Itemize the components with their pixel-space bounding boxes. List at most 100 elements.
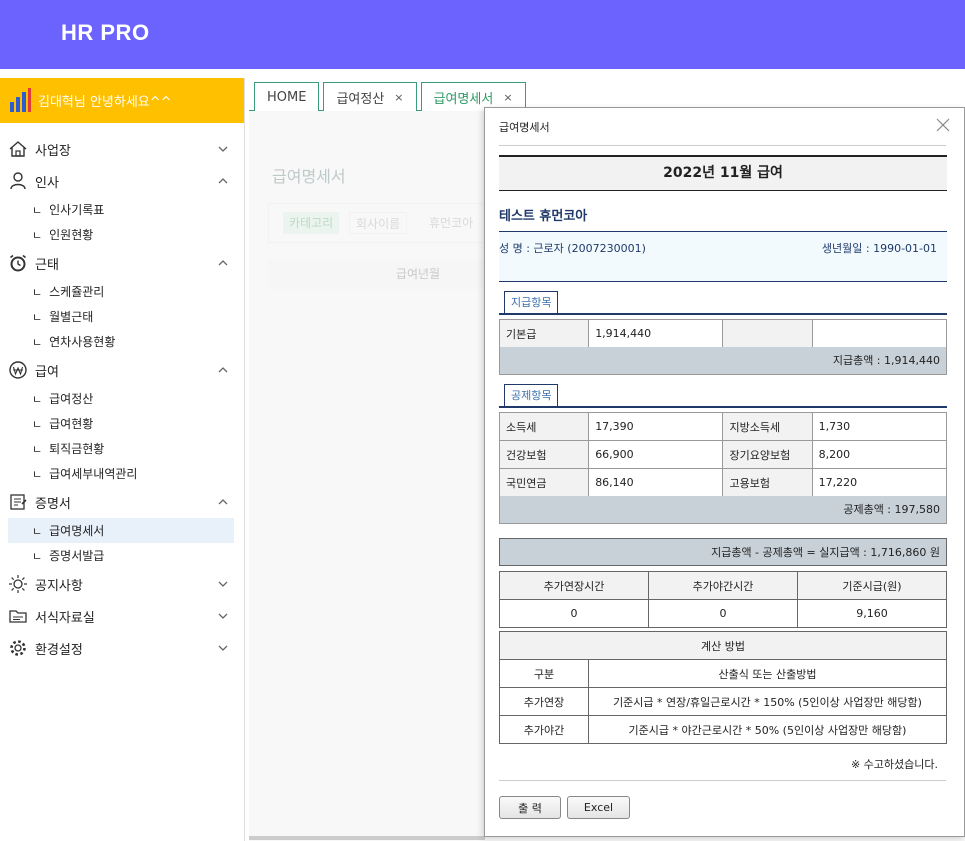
filter-company-value[interactable]: 휴먼코아 bbox=[423, 212, 479, 234]
chevron-up-icon[interactable] bbox=[216, 363, 230, 377]
table-row: 소득세 17,390 지방소득세 1,730 bbox=[498, 412, 948, 441]
sidebar-group-label: 서식자료실 bbox=[35, 610, 95, 626]
print-button[interactable]: 출 력 bbox=[499, 796, 561, 819]
sidebar-item[interactable]: ㄴ 급여명세서 bbox=[8, 518, 234, 543]
item-amount: 17,220 bbox=[811, 468, 948, 497]
tab-close-icon[interactable]: × bbox=[394, 91, 403, 104]
sub-prefix: ㄴ bbox=[32, 335, 43, 349]
filter-category[interactable]: 카테고리 bbox=[283, 212, 340, 234]
table-row: 기본급 1,914,440 bbox=[498, 319, 948, 348]
chevron-down-icon[interactable] bbox=[216, 609, 230, 623]
sidebar-item[interactable]: ㄴ 인원현황 bbox=[0, 222, 244, 247]
item-amount: 66,900 bbox=[588, 440, 724, 469]
birth-info: 생년월일 : 1990-01-01 bbox=[821, 242, 937, 255]
person-icon bbox=[10, 172, 26, 190]
folder-icon bbox=[9, 610, 27, 623]
sidebar-item-label: 스케쥴관리 bbox=[49, 285, 105, 299]
chevron-up-icon[interactable] bbox=[216, 174, 230, 188]
sidebar-item-label: 증명서발급 bbox=[49, 549, 105, 563]
chevron-down-icon[interactable] bbox=[216, 577, 230, 591]
sub-prefix: ㄴ bbox=[32, 285, 43, 299]
sidebar-item[interactable]: ㄴ 스케쥴관리 bbox=[0, 279, 244, 304]
sidebar-item[interactable]: ㄴ 연차사용현황 bbox=[0, 329, 244, 354]
item-label: 지방소득세 bbox=[722, 412, 813, 441]
sidebar-group-label: 근태 bbox=[35, 257, 59, 273]
item-label: 국민연금 bbox=[498, 468, 590, 497]
chevron-up-icon[interactable] bbox=[216, 256, 230, 270]
sub-prefix: ㄴ bbox=[32, 417, 43, 431]
tab-1[interactable]: 급여정산 × bbox=[323, 82, 417, 111]
sidebar-item-label: 연차사용현황 bbox=[49, 335, 116, 349]
sub-prefix: ㄴ bbox=[32, 524, 43, 538]
brand-logo[interactable]: HR PRO bbox=[61, 20, 150, 46]
filter-company[interactable]: 회사이름 bbox=[349, 212, 408, 234]
table-cell: 기준시급 * 연장/휴일근로시간 * 150% (5인이상 사업장만 해당함) bbox=[588, 687, 947, 716]
sidebar-item-label: 급여세부내역관리 bbox=[49, 467, 138, 481]
deduction-section-tab: 공제항목 bbox=[504, 384, 559, 406]
calc-title: 계산 방법 bbox=[499, 631, 947, 660]
table-header: 구분 bbox=[499, 659, 589, 688]
table-cell: 0 bbox=[648, 599, 798, 628]
gear-icon bbox=[10, 640, 26, 656]
greeting-bar: 김대혁님 안녕하세요^^ bbox=[0, 78, 244, 123]
item-label bbox=[722, 319, 813, 348]
sidebar-item[interactable]: ㄴ 급여현황 bbox=[0, 411, 244, 436]
table-cell: 기준시급 * 야간근로시간 * 50% (5인이상 사업장만 해당함) bbox=[588, 715, 947, 744]
employee-info-box: 성 명 : 근로자 (2007230001) 생년월일 : 1990-01-01 bbox=[499, 231, 947, 282]
net-pay-bar: 지급총액 - 공제총액 = 실지급액 : 1,716,860 원 bbox=[499, 538, 947, 566]
sub-prefix: ㄴ bbox=[32, 310, 43, 324]
close-icon[interactable] bbox=[936, 118, 950, 132]
item-label: 고용보험 bbox=[722, 468, 813, 497]
chevron-down-icon[interactable] bbox=[216, 641, 230, 655]
sun-bulb-icon bbox=[9, 575, 27, 593]
item-amount bbox=[811, 319, 948, 348]
certificate-icon bbox=[10, 494, 27, 510]
pay-section-tab: 지급항목 bbox=[504, 291, 559, 313]
item-amount: 86,140 bbox=[588, 468, 724, 497]
chevron-down-icon[interactable] bbox=[216, 142, 230, 156]
item-label: 소득세 bbox=[498, 412, 590, 441]
sub-prefix: ㄴ bbox=[32, 203, 43, 217]
sidebar-item[interactable]: ㄴ 급여세부내역관리 bbox=[0, 461, 244, 486]
sidebar-group-1[interactable]: 인사 bbox=[0, 165, 244, 197]
table-cell: 9,160 bbox=[797, 599, 947, 628]
item-amount: 1,914,440 bbox=[588, 319, 724, 348]
page-title: 급여명세서 bbox=[272, 167, 346, 186]
calc-method-table: 계산 방법 구분 산출식 또는 산출방법 추가연장 기준시급 * 연장/휴일근로… bbox=[499, 631, 947, 744]
alarm-clock-icon bbox=[10, 254, 26, 272]
sidebar-group-0[interactable]: 사업장 bbox=[0, 133, 244, 165]
sidebar-item[interactable]: ㄴ 증명서발급 bbox=[0, 543, 244, 568]
tab-close-icon[interactable]: × bbox=[503, 91, 512, 104]
sidebar-item[interactable]: ㄴ 급여정산 bbox=[0, 386, 244, 411]
top-header: HR PRO bbox=[0, 0, 965, 69]
sub-prefix: ㄴ bbox=[32, 549, 43, 563]
tab-0[interactable]: HOME bbox=[254, 82, 320, 111]
excel-button[interactable]: Excel bbox=[567, 796, 630, 819]
sidebar-group-7[interactable]: 환경설정 bbox=[0, 632, 244, 664]
sidebar-item-label: 퇴직금현황 bbox=[49, 442, 105, 456]
sub-prefix: ㄴ bbox=[32, 442, 43, 456]
item-amount: 8,200 bbox=[811, 440, 948, 469]
hours-table: 추가연장시간 추가야간시간 기준시급(원) 0 0 9,160 bbox=[499, 571, 947, 628]
sidebar-item[interactable]: ㄴ 월별근태 bbox=[0, 304, 244, 329]
sidebar-item-label: 급여현황 bbox=[49, 417, 94, 431]
item-label: 장기요양보험 bbox=[722, 440, 813, 469]
sidebar-group-3[interactable]: 급여 bbox=[0, 354, 244, 386]
table-header: 추가연장시간 bbox=[499, 571, 649, 600]
sidebar-group-2[interactable]: 근태 bbox=[0, 247, 244, 279]
chevron-up-icon[interactable] bbox=[216, 495, 230, 509]
home-icon bbox=[9, 141, 27, 157]
sidebar-group-4[interactable]: 증명서 bbox=[0, 486, 244, 518]
table-cell: 추가연장 bbox=[499, 687, 589, 716]
sidebar-item-label: 급여명세서 bbox=[49, 524, 105, 538]
sidebar-item[interactable]: ㄴ 인사기록표 bbox=[0, 197, 244, 222]
horizontal-scrollbar[interactable] bbox=[249, 836, 485, 840]
sidebar-group-5[interactable]: 공지사항 bbox=[0, 568, 244, 600]
divider bbox=[499, 145, 946, 146]
sidebar-group-6[interactable]: 서식자료실 bbox=[0, 600, 244, 632]
modal-title: 급여명세서 bbox=[499, 121, 550, 134]
table-cell: 0 bbox=[499, 599, 649, 628]
tab-label: 급여정산 bbox=[336, 91, 385, 107]
sidebar-item[interactable]: ㄴ 퇴직금현황 bbox=[0, 436, 244, 461]
pay-total: 지급총액 : 1,914,440 bbox=[499, 347, 947, 375]
